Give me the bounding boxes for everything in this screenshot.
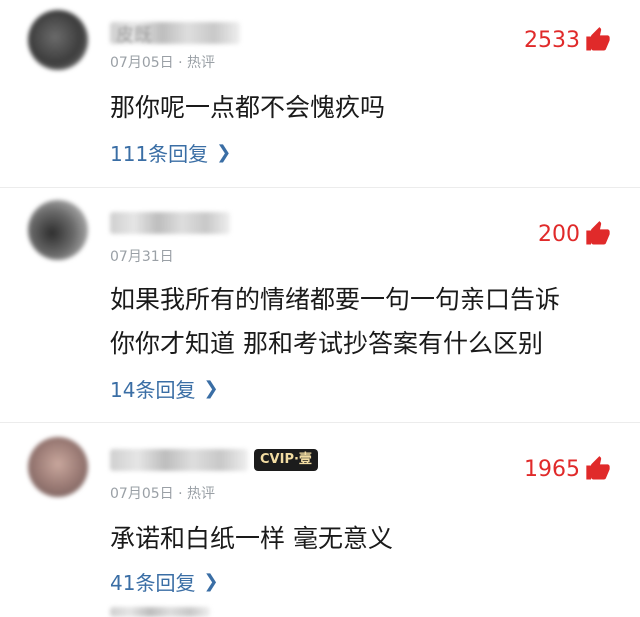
view-replies-link[interactable]: 41条回复 ❯	[110, 567, 219, 596]
thumbs-up-icon	[586, 27, 610, 51]
comment-text-line: 承诺和白纸一样 毫无意义	[110, 524, 393, 553]
hot-tag: · 热评	[178, 55, 215, 71]
view-replies-link[interactable]: 14条回复 ❯	[110, 374, 219, 403]
chevron-right-icon: ❯	[203, 378, 219, 399]
comment-list: 皮既 07月05日 · 热评 2533 那你呢一点都不会愧疚吗 111条回复 ❯…	[0, 0, 640, 617]
comment-date: 07月31日	[110, 249, 174, 265]
comment-text: 那你呢一点都不会愧疚吗	[110, 86, 610, 130]
comment-date: 07月05日	[110, 486, 174, 502]
chevron-right-icon: ❯	[216, 142, 232, 163]
comment-text: 如果我所有的情绪都要一句一句亲口告诉 你你才知道 那和考试抄答案有什么区别	[110, 278, 610, 366]
next-comment-username-blurred	[110, 607, 210, 617]
comment-text-line: 那你呢一点都不会愧疚吗	[110, 93, 386, 122]
divider	[0, 187, 640, 188]
hot-tag: · 热评	[178, 486, 215, 502]
thumbs-up-icon	[586, 456, 610, 480]
avatar[interactable]	[28, 200, 88, 260]
reply-count: 14条回复	[110, 378, 196, 402]
like-button[interactable]: 1965	[524, 455, 612, 483]
comment-item: CVIP·壹 07月05日 · 热评 1965 承诺和白纸一样 毫无意义 41条…	[0, 425, 640, 617]
like-count: 2533	[524, 27, 580, 53]
reply-count: 111条回复	[110, 142, 209, 166]
comment-text: 承诺和白纸一样 毫无意义	[110, 517, 610, 561]
vip-badge: CVIP·壹	[254, 449, 318, 471]
view-replies-link[interactable]: 111条回复 ❯	[110, 138, 231, 167]
username-blurred[interactable]	[110, 449, 248, 471]
like-count: 1965	[524, 456, 580, 482]
reply-count: 41条回复	[110, 571, 196, 595]
comment-meta: 07月31日	[110, 246, 174, 266]
comment-item: 07月31日 200 如果我所有的情绪都要一句一句亲口告诉 你你才知道 那和考试…	[0, 190, 640, 425]
username-blurred[interactable]	[110, 212, 230, 234]
thumbs-up-icon	[586, 221, 610, 245]
like-button[interactable]: 200	[538, 220, 612, 248]
like-button[interactable]: 2533	[524, 26, 612, 54]
like-count: 200	[538, 221, 580, 247]
chevron-right-icon: ❯	[203, 571, 219, 592]
comment-meta: 07月05日 · 热评	[110, 483, 215, 503]
divider	[0, 422, 640, 423]
comment-item: 皮既 07月05日 · 热评 2533 那你呢一点都不会愧疚吗 111条回复 ❯	[0, 0, 640, 190]
username[interactable]: 皮既	[116, 21, 152, 47]
comment-meta: 07月05日 · 热评	[110, 52, 215, 72]
comment-text-line: 你你才知道 那和考试抄答案有什么区别	[110, 329, 543, 358]
comment-text-line: 如果我所有的情绪都要一句一句亲口告诉	[110, 285, 561, 314]
avatar[interactable]	[28, 10, 88, 70]
comment-date: 07月05日	[110, 55, 174, 71]
avatar[interactable]	[28, 437, 88, 497]
